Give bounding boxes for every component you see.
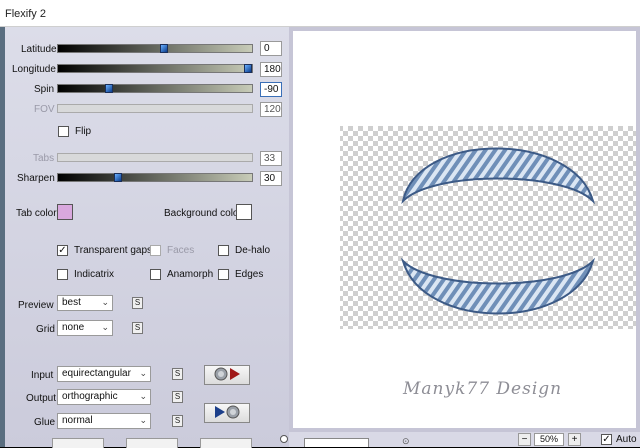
latitude-label: Latitude bbox=[21, 44, 57, 55]
spin-label: Spin bbox=[34, 84, 55, 95]
flip-checkbox[interactable] bbox=[58, 126, 69, 137]
preview-image bbox=[340, 126, 636, 329]
fov-value-field: 120 bbox=[260, 102, 282, 117]
longitude-slider-knob[interactable] bbox=[244, 64, 252, 73]
status-bar: ⊙ − 50% + ✓ Auto bbox=[280, 432, 640, 447]
input-label: Input bbox=[31, 370, 54, 381]
input-save-button[interactable]: S bbox=[172, 368, 183, 380]
edges-checkbox[interactable] bbox=[218, 269, 229, 280]
settings-panel: Latitude 0 Longitude 180 Spin -90 FOV 12… bbox=[5, 27, 289, 448]
input-preset-button[interactable] bbox=[204, 365, 250, 385]
glue-dropdown[interactable]: normal ⌄ bbox=[57, 413, 151, 429]
faces-checkbox bbox=[150, 245, 161, 256]
spin-slider-knob[interactable] bbox=[105, 84, 113, 93]
longitude-value-field[interactable]: 180 bbox=[260, 62, 282, 77]
fov-label: FOV bbox=[34, 104, 55, 115]
chevron-down-icon: ⌄ bbox=[139, 368, 147, 378]
tab-color-swatch[interactable] bbox=[57, 204, 73, 220]
glue-label: Glue bbox=[34, 417, 56, 428]
spin-value-field[interactable]: -90 bbox=[260, 82, 282, 97]
background-color-label: Background color bbox=[164, 208, 242, 219]
indicatrix-label: Indicatrix bbox=[74, 269, 115, 280]
flip-label: Flip bbox=[75, 126, 92, 137]
spin-slider[interactable] bbox=[57, 84, 253, 93]
chevron-down-icon: ⌄ bbox=[101, 297, 109, 307]
preview-label: Preview bbox=[18, 300, 54, 311]
sharpen-value-field[interactable]: 30 bbox=[260, 171, 282, 186]
status-field bbox=[304, 438, 369, 447]
zoom-level: 50% bbox=[534, 433, 564, 446]
latitude-value-field[interactable]: 0 bbox=[260, 41, 282, 56]
preview-save-button[interactable]: S bbox=[132, 297, 143, 309]
de-halo-checkbox[interactable] bbox=[218, 245, 229, 256]
sharpen-label: Sharpen bbox=[17, 173, 55, 184]
transparent-gaps-label: Transparent gaps bbox=[74, 245, 153, 256]
sharpen-slider-knob[interactable] bbox=[114, 173, 122, 182]
globe-play-icon bbox=[214, 367, 240, 381]
watermark-text: Manyk77 Design bbox=[403, 379, 563, 399]
grid-save-button[interactable]: S bbox=[132, 322, 143, 334]
input-dropdown-value: equirectangular bbox=[62, 368, 131, 379]
zoom-out-button[interactable]: − bbox=[518, 433, 531, 446]
de-halo-label: De-halo bbox=[235, 245, 271, 256]
grid-label: Grid bbox=[36, 324, 55, 335]
auto-checkbox[interactable]: ✓ bbox=[601, 434, 612, 445]
longitude-label: Longitude bbox=[12, 64, 56, 75]
tabs-slider bbox=[57, 153, 253, 162]
output-save-button[interactable]: S bbox=[172, 391, 183, 403]
glue-dropdown-value: normal bbox=[62, 415, 93, 426]
edges-label: Edges bbox=[235, 269, 264, 280]
transparent-gaps-checkbox[interactable]: ✓ bbox=[57, 245, 68, 256]
anamorph-checkbox[interactable] bbox=[150, 269, 161, 280]
more-options-icon[interactable]: ⊙ bbox=[402, 436, 410, 447]
window-title: Flexify 2 bbox=[5, 8, 46, 20]
background-color-swatch[interactable] bbox=[236, 204, 252, 220]
grid-dropdown[interactable]: none ⌄ bbox=[57, 320, 113, 336]
output-label: Output bbox=[26, 393, 57, 404]
latitude-slider-knob[interactable] bbox=[160, 44, 168, 53]
tabs-label: Tabs bbox=[33, 153, 55, 164]
latitude-slider[interactable] bbox=[57, 44, 253, 53]
tabs-value-field: 33 bbox=[260, 151, 282, 166]
chevron-down-icon: ⌄ bbox=[139, 415, 147, 425]
anamorph-label: Anamorph bbox=[167, 269, 214, 280]
input-projection-dropdown[interactable]: equirectangular ⌄ bbox=[57, 366, 151, 382]
preview-dropdown-value: best bbox=[62, 297, 81, 308]
output-dropdown-value: orthographic bbox=[62, 391, 118, 402]
glue-save-button[interactable]: S bbox=[172, 415, 183, 427]
faces-label: Faces bbox=[167, 245, 195, 256]
grid-dropdown-value: none bbox=[62, 322, 85, 333]
radio-button[interactable] bbox=[280, 435, 288, 443]
indicatrix-checkbox[interactable] bbox=[57, 269, 68, 280]
zoom-in-button[interactable]: + bbox=[568, 433, 581, 446]
title-bar: Flexify 2 bbox=[0, 0, 640, 27]
output-preset-button[interactable] bbox=[204, 403, 250, 423]
play-globe-icon bbox=[215, 405, 240, 419]
auto-label: Auto bbox=[616, 434, 637, 445]
sharpen-slider[interactable] bbox=[57, 173, 253, 182]
output-projection-dropdown[interactable]: orthographic ⌄ bbox=[57, 389, 151, 405]
preview-canvas[interactable]: Manyk77 Design bbox=[293, 31, 636, 428]
chevron-down-icon: ⌄ bbox=[101, 322, 109, 332]
fov-slider bbox=[57, 104, 253, 113]
preview-dropdown[interactable]: best ⌄ bbox=[57, 295, 113, 311]
longitude-slider[interactable] bbox=[57, 64, 253, 73]
tab-color-label: Tab color bbox=[16, 208, 57, 219]
chevron-down-icon: ⌄ bbox=[139, 391, 147, 401]
preview-area: Manyk77 Design bbox=[289, 27, 640, 432]
